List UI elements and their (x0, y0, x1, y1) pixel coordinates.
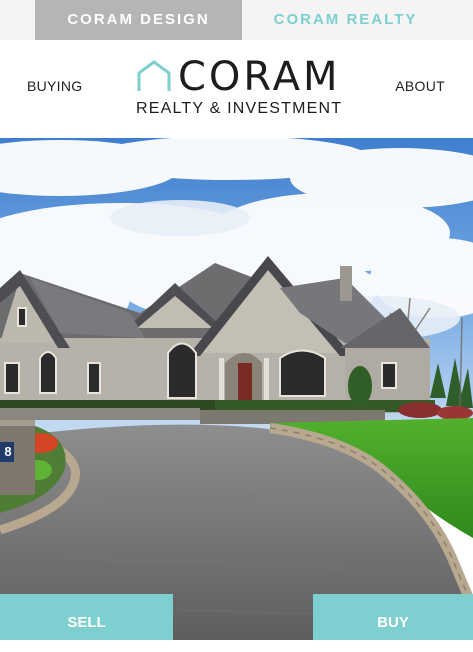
tab-coram-design[interactable]: CORAM DESIGN (35, 0, 242, 40)
logo-subtitle: REALTY & INVESTMENT (136, 100, 343, 117)
nav-link-about[interactable]: ABOUT (395, 78, 445, 94)
tab-coram-realty[interactable]: CORAM REALTY (242, 0, 449, 40)
site-header: BUYING CORAM REALTY & INVESTMENT ABOUT (0, 40, 473, 138)
sell-button[interactable]: SELL (0, 594, 173, 640)
house-outline-icon (137, 60, 171, 91)
site-logo[interactable]: CORAM REALTY & INVESTMENT (136, 54, 343, 122)
hero-image: 8 (0, 138, 473, 640)
nav-link-buying[interactable]: BUYING (27, 78, 82, 94)
logo-wordmark: CORAM (178, 54, 341, 100)
brand-tabs: CORAM DESIGN CORAM REALTY (0, 0, 473, 40)
buy-button[interactable]: BUY (313, 594, 473, 640)
house-number: 8 (4, 444, 12, 459)
